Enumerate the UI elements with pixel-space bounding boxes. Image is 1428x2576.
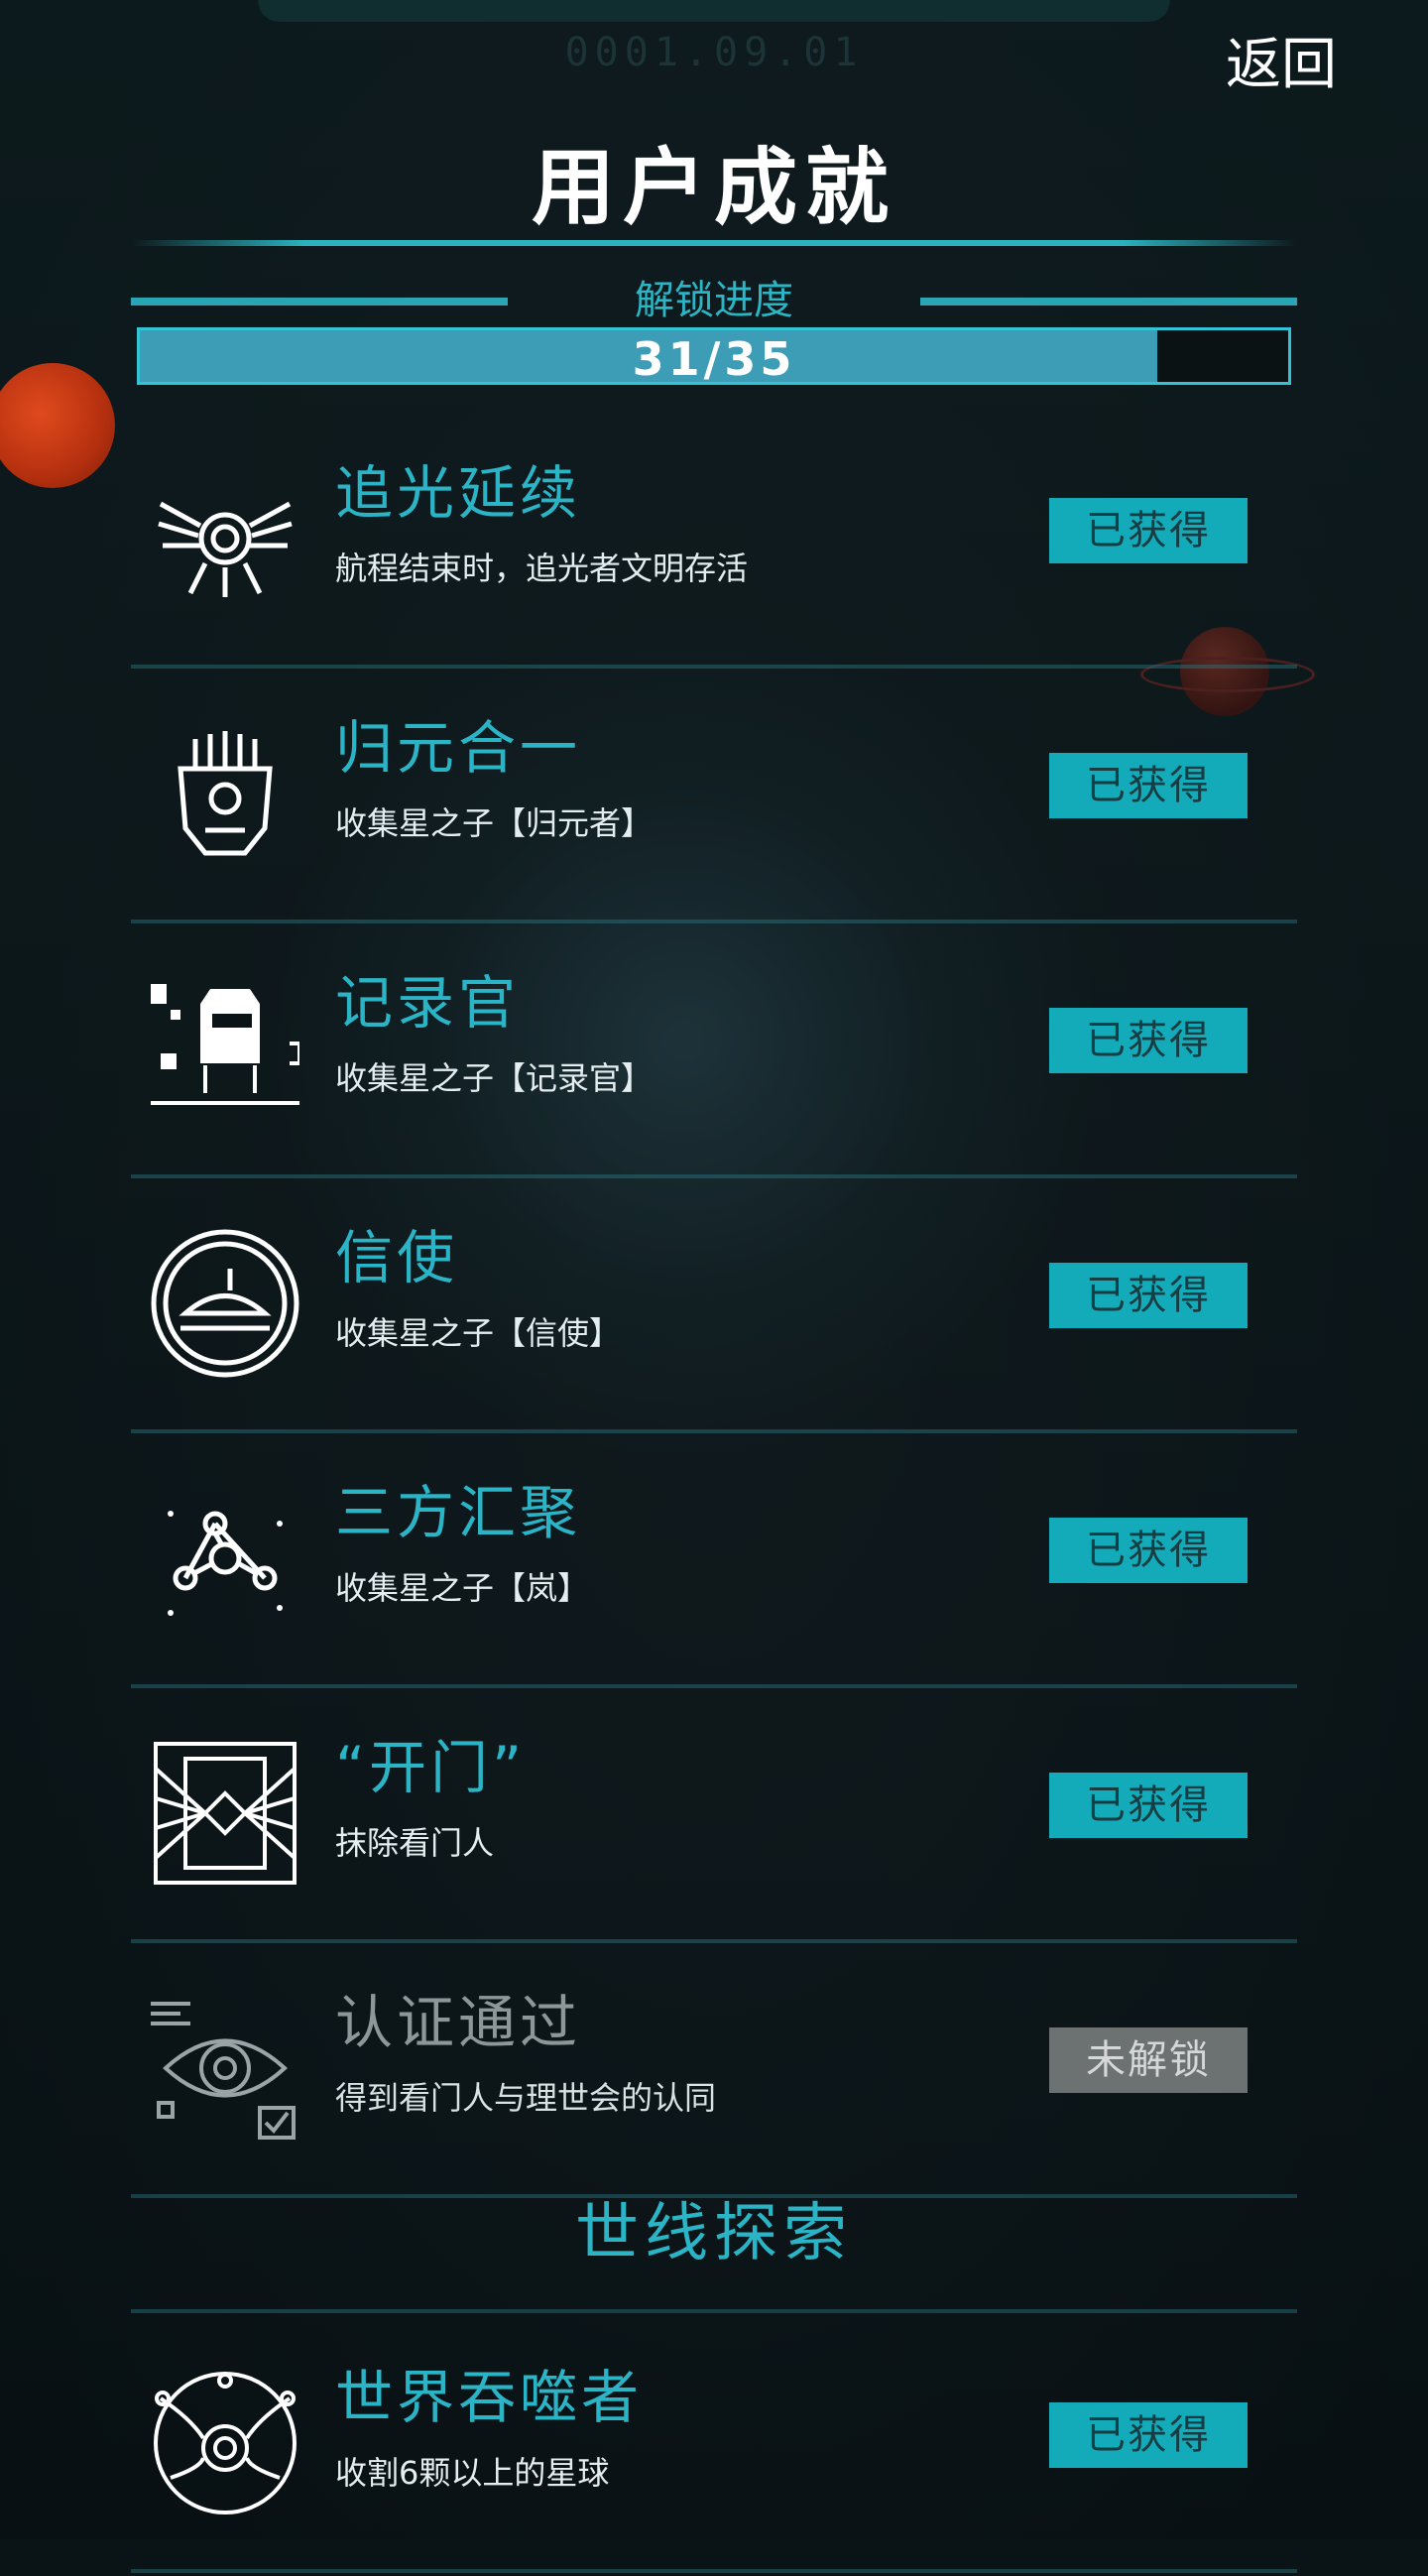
robot-icon [151, 974, 301, 1123]
achievement-desc: 收集星之子【岚】 [335, 1569, 590, 1607]
achievement-item: 世界吞噬者 收割6颗以上的星球 已获得 [131, 2321, 1297, 2573]
achievement-item: 追光延续 航程结束时，追光者文明存活 已获得 [131, 417, 1297, 669]
achievement-item: 三方汇聚 收集星之子【岚】 已获得 [131, 1436, 1297, 1688]
achievement-status-badge[interactable]: 已获得 [1049, 1518, 1248, 1583]
achievement-desc: 收集星之子【信使】 [335, 1314, 622, 1352]
achievement-name: 归元合一 [335, 714, 582, 782]
section-title: 世线探索 [575, 2197, 853, 2270]
achievement-desc: 收集星之子【归元者】 [335, 804, 654, 842]
unlock-progress: 解锁进度 31/35 [131, 278, 1297, 391]
achievement-status-badge[interactable]: 已获得 [1049, 1773, 1248, 1838]
back-button[interactable]: 返回 [1226, 20, 1337, 100]
achievement-name: 记录官 [335, 969, 521, 1037]
achievement-status-badge[interactable]: 已获得 [1049, 498, 1248, 563]
section-divider [131, 2309, 1297, 2313]
network-nodes-icon [151, 1484, 299, 1633]
achievement-name: 三方汇聚 [335, 1479, 582, 1546]
achievement-desc: 航程结束时，追光者文明存活 [335, 550, 749, 587]
gate-icon [151, 1739, 299, 1888]
achievement-name: 认证通过 [335, 1989, 582, 2056]
achievement-item: 信使 收集星之子【信使】 已获得 [131, 1181, 1297, 1433]
progress-bar: 31/35 [137, 327, 1291, 386]
achievement-item: “开门” 抹除看门人 已获得 [131, 1691, 1297, 1943]
progress-label: 解锁进度 [635, 278, 793, 323]
achievement-item: 认证通过 得到看门人与理世会的认同 未解锁 [131, 1946, 1297, 2198]
world-devourer-icon [151, 2369, 299, 2517]
eye-check-icon [151, 1994, 299, 2143]
achievement-name: 追光延续 [335, 459, 582, 527]
progress-count: 31/35 [632, 332, 796, 386]
title-divider [131, 240, 1297, 246]
achievement-item: 归元合一 收集星之子【归元者】 已获得 [131, 672, 1297, 923]
page-title: 用户成就 [531, 139, 896, 236]
messenger-ship-icon [151, 1229, 299, 1378]
achievement-item: 记录官 收集星之子【记录官】 已获得 [131, 926, 1297, 1178]
winged-ring-icon [151, 464, 299, 613]
achievement-list: 追光延续 航程结束时，追光者文明存活 已获得 归元合一 收集星之子【归元者】 已… [131, 417, 1297, 2201]
achievement-status-badge[interactable]: 已获得 [1049, 753, 1248, 818]
achievement-desc: 收集星之子【记录官】 [335, 1059, 654, 1097]
section-achievement-list: 世界吞噬者 收割6颗以上的星球 已获得 [131, 2321, 1297, 2576]
top-frame [258, 0, 1170, 22]
achievement-status-badge[interactable]: 已获得 [1049, 1263, 1248, 1328]
game-date: 0001.09.01 [564, 30, 864, 75]
achievement-desc: 抹除看门人 [335, 1824, 495, 1862]
achievement-status-badge[interactable]: 已获得 [1049, 2402, 1248, 2468]
mask-icon [151, 719, 299, 868]
achievement-name: “开门” [335, 1734, 527, 1801]
achievement-name: 信使 [335, 1224, 459, 1291]
achievement-status-badge[interactable]: 已获得 [1049, 1008, 1248, 1073]
achievement-name: 世界吞噬者 [335, 2364, 644, 2431]
achievement-desc: 收割6颗以上的星球 [335, 2454, 610, 2492]
achievement-status-badge[interactable]: 未解锁 [1049, 2027, 1248, 2093]
achievement-desc: 得到看门人与理世会的认同 [335, 2079, 717, 2117]
